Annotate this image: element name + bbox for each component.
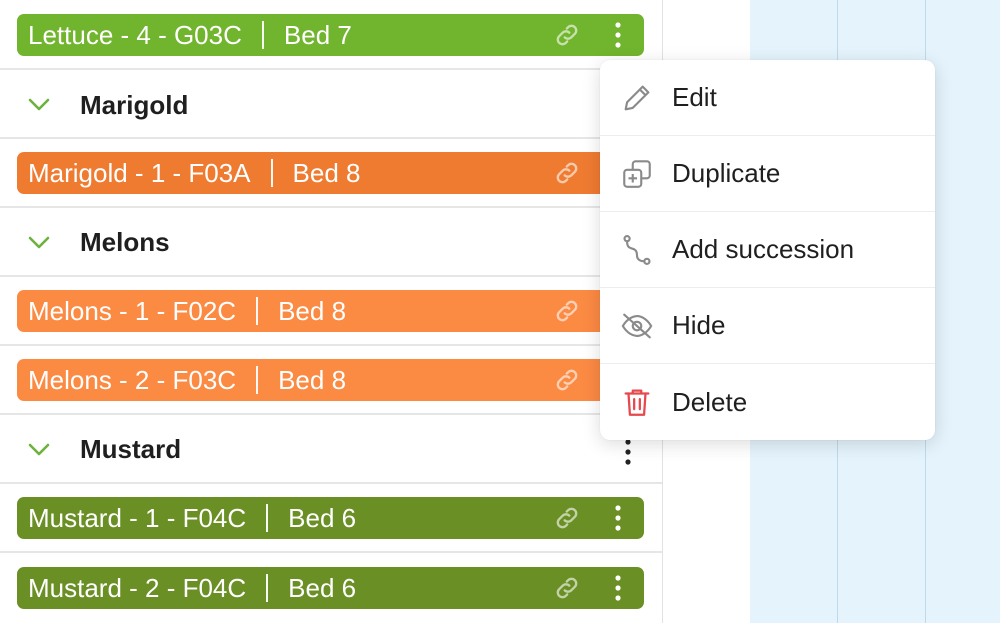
- menu-item-add-succession[interactable]: Add succession: [600, 212, 935, 288]
- bar-divider: [261, 21, 264, 49]
- chevron-down-icon[interactable]: [27, 235, 51, 251]
- menu-item-label: Hide: [672, 310, 726, 340]
- menu-item-duplicate[interactable]: Duplicate: [600, 136, 935, 212]
- menu-item-label: Edit: [672, 82, 717, 112]
- kebab-menu-icon[interactable]: [608, 20, 628, 50]
- crop-bar-melons-2[interactable]: Melons - 2 - F03C Bed 8: [17, 359, 644, 401]
- group-title: Marigold: [80, 90, 189, 120]
- crop-bed: Bed 6: [288, 572, 357, 603]
- crop-row: Marigold - 1 - F03A Bed 8: [0, 139, 662, 208]
- bar-divider: [266, 574, 269, 602]
- menu-item-label: Add succession: [672, 234, 855, 264]
- crop-bar-lettuce-4[interactable]: Lettuce - 4 - G03C Bed 7: [17, 14, 644, 56]
- group-title: Melons: [80, 227, 170, 257]
- crop-name: Mustard - 1 - F04C: [28, 502, 247, 533]
- group-title: Mustard: [80, 434, 182, 464]
- crop-name: Lettuce - 4 - G03C: [28, 19, 242, 50]
- crop-name: Melons - 2 - F03C: [28, 364, 237, 395]
- bar-divider: [270, 159, 273, 187]
- context-menu: Edit Duplicate Add succession Hide Delet…: [600, 60, 935, 440]
- pencil-icon: [624, 85, 650, 110]
- link-icon[interactable]: [552, 21, 582, 49]
- crop-row: Mustard - 1 - F04C Bed 6: [0, 484, 662, 553]
- crop-bar-melons-1[interactable]: Melons - 1 - F02C Bed 8: [17, 290, 644, 332]
- crop-bed: Bed 7: [283, 19, 352, 50]
- menu-item-label: Duplicate: [672, 158, 781, 188]
- crop-bar-mustard-1[interactable]: Mustard - 1 - F04C Bed 6: [17, 497, 644, 539]
- kebab-menu-icon[interactable]: [618, 437, 638, 467]
- crop-list-panel: Lettuce - 4 - G03C Bed 7 Marigold Marigo…: [0, 0, 663, 623]
- menu-item-hide[interactable]: Hide: [600, 288, 935, 364]
- menu-item-delete[interactable]: Delete: [600, 364, 935, 440]
- kebab-menu-icon[interactable]: [608, 573, 628, 603]
- menu-item-label: Delete: [672, 386, 748, 417]
- link-icon[interactable]: [552, 574, 582, 602]
- group-row-marigold[interactable]: Marigold: [0, 70, 662, 139]
- crop-name: Mustard - 2 - F04C: [28, 572, 247, 603]
- crop-row: Lettuce - 4 - G03C Bed 7: [0, 0, 662, 70]
- crop-row: Mustard - 2 - F04C Bed 6: [0, 553, 662, 623]
- duplicate-icon: [623, 159, 651, 188]
- chevron-down-icon[interactable]: [27, 442, 51, 458]
- crop-name: Marigold - 1 - F03A: [28, 157, 251, 188]
- bar-divider: [266, 504, 269, 532]
- link-icon[interactable]: [552, 159, 582, 187]
- crop-name: Melons - 1 - F02C: [28, 295, 237, 326]
- link-icon[interactable]: [552, 297, 582, 325]
- group-row-melons[interactable]: Melons: [0, 208, 662, 277]
- link-icon[interactable]: [552, 366, 582, 394]
- eye-slash-icon: [621, 313, 653, 338]
- crop-row: Melons - 1 - F02C Bed 8: [0, 277, 662, 346]
- menu-item-edit[interactable]: Edit: [600, 60, 935, 136]
- kebab-menu-icon[interactable]: [608, 503, 628, 533]
- crop-bed: Bed 8: [292, 157, 361, 188]
- bar-divider: [256, 366, 259, 394]
- trash-icon: [624, 389, 650, 416]
- bar-divider: [256, 297, 259, 325]
- succession-icon: [623, 234, 651, 265]
- crop-bar-marigold-1[interactable]: Marigold - 1 - F03A Bed 8: [17, 152, 644, 194]
- crop-row: Melons - 2 - F03C Bed 8: [0, 346, 662, 415]
- group-row-mustard[interactable]: Mustard: [0, 415, 662, 484]
- crop-bed: Bed 8: [278, 364, 347, 395]
- crop-bed: Bed 8: [278, 295, 347, 326]
- crop-bed: Bed 6: [288, 502, 357, 533]
- crop-bar-mustard-2[interactable]: Mustard - 2 - F04C Bed 6: [17, 567, 644, 609]
- chevron-down-icon[interactable]: [27, 97, 51, 113]
- link-icon[interactable]: [552, 504, 582, 532]
